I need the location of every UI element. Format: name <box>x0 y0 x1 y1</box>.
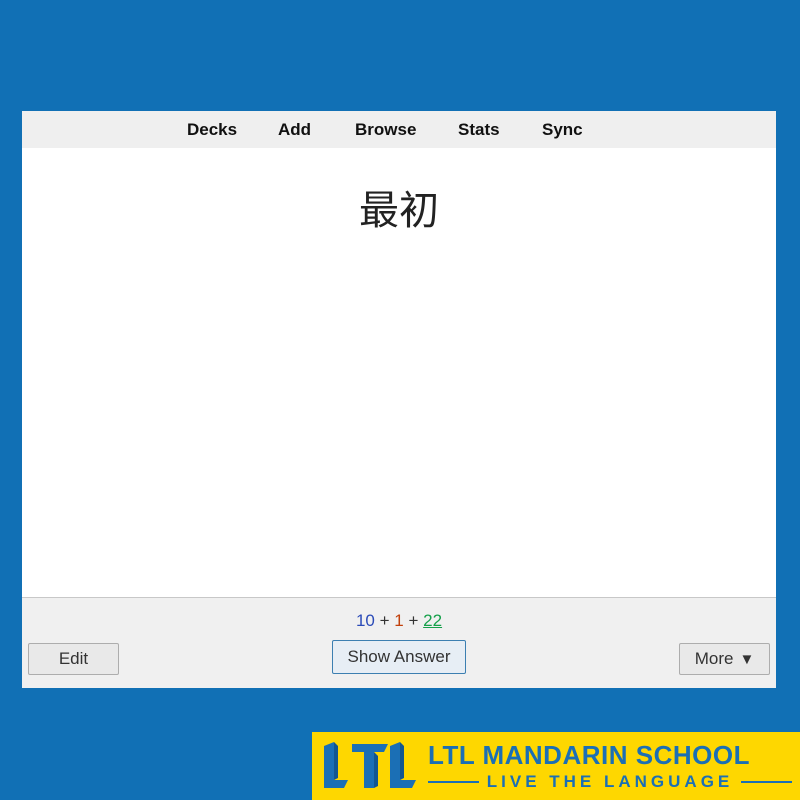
toolbar-add[interactable]: Add <box>278 120 311 140</box>
show-answer-label: Show Answer <box>347 647 451 666</box>
more-button[interactable]: More ▼ <box>679 643 770 675</box>
anki-review-window: Decks Add Browse Stats Sync 最初 10 + 1 + … <box>22 111 776 688</box>
chevron-down-icon: ▼ <box>739 650 755 668</box>
edit-button-label: Edit <box>58 649 89 668</box>
count-separator: + <box>408 611 419 630</box>
tagline-divider <box>428 781 479 783</box>
show-answer-button[interactable]: Show Answer <box>332 640 466 674</box>
card-area: 最初 <box>22 148 776 597</box>
ltl-logo-icon <box>324 742 416 788</box>
toolbar-decks[interactable]: Decks <box>187 120 237 140</box>
more-button-label: More <box>694 649 734 668</box>
bottom-bar: 10 + 1 + 22 Edit Show Answer More ▼ <box>22 597 776 688</box>
card-front-text: 最初 <box>359 188 439 234</box>
tagline-divider <box>741 781 793 783</box>
count-separator: + <box>379 611 390 630</box>
edit-button[interactable]: Edit <box>28 643 119 675</box>
learning-count: 1 <box>394 611 404 630</box>
logo-tagline: LIVE THE LANGUAGE <box>486 772 734 791</box>
due-counts: 10 + 1 + 22 <box>22 611 776 631</box>
toolbar-browse[interactable]: Browse <box>355 120 416 140</box>
toolbar-sync[interactable]: Sync <box>542 120 583 140</box>
ltl-logo-banner: LTL MANDARIN SCHOOL LIVE THE LANGUAGE <box>312 732 800 800</box>
toolbar-stats[interactable]: Stats <box>458 120 500 140</box>
logo-tagline-row: LIVE THE LANGUAGE <box>428 772 793 792</box>
new-count: 10 <box>355 611 375 630</box>
review-count: 22 <box>423 611 443 630</box>
logo-title: LTL MANDARIN SCHOOL <box>428 740 750 770</box>
top-toolbar: Decks Add Browse Stats Sync <box>22 111 776 148</box>
